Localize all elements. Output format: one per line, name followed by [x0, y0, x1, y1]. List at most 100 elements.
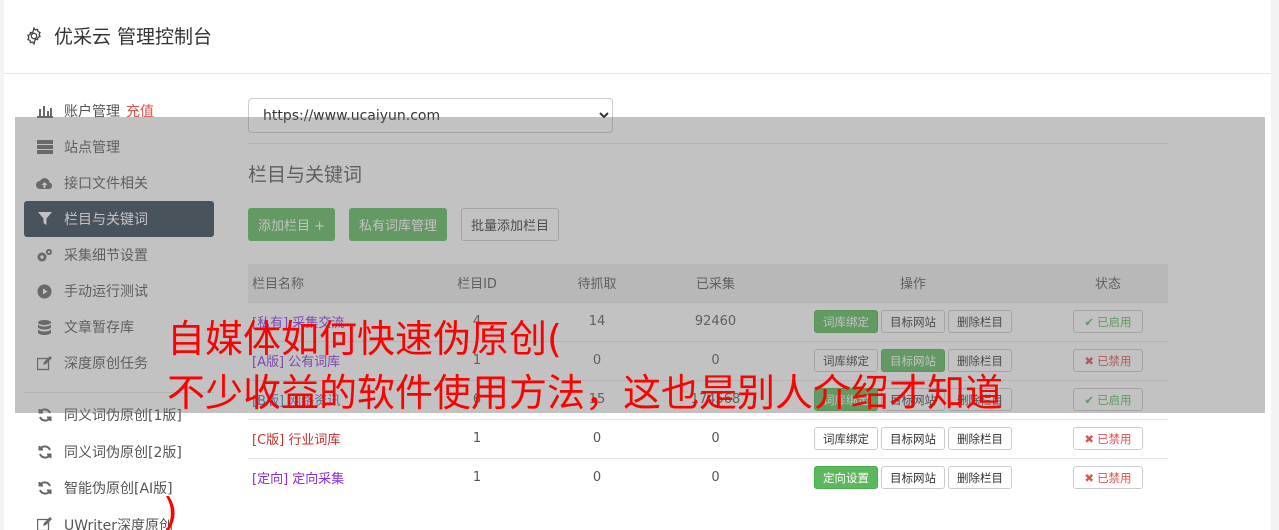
- col-header-status: 状态: [1048, 264, 1168, 302]
- pending-count: 14: [541, 301, 653, 341]
- check-icon: ✔: [1084, 392, 1095, 407]
- sidebar-tools: 同义词伪原创[1版] 同义词伪原创[2版] 智能伪原创[AI版] UWriter…: [24, 397, 214, 530]
- close-icon: ✖: [1084, 470, 1095, 485]
- target-site-button[interactable]: 目标网站: [881, 466, 945, 490]
- sidebar-item-label: 智能伪原创[AI版]: [64, 481, 173, 498]
- sidebar-item-label: 栏目与关键词: [64, 212, 148, 228]
- status-toggle[interactable]: ✔ 已启用: [1073, 310, 1143, 333]
- sidebar-item-label: 同义词伪原创[1版]: [64, 408, 182, 425]
- collected-count: 0: [653, 340, 778, 380]
- sidebar-item-interface-files[interactable]: 接口文件相关: [24, 165, 214, 201]
- close-icon: ✖: [1084, 431, 1095, 446]
- refresh-icon: [36, 444, 53, 460]
- sidebar-item-account[interactable]: 账户管理 充值: [24, 93, 214, 129]
- delete-column-button[interactable]: 删除栏目: [948, 388, 1012, 411]
- directed-settings-button[interactable]: 定向设置: [814, 466, 878, 490]
- overlay-line-3: ): [163, 490, 178, 530]
- sidebar-item-deep-original[interactable]: 深度原创任务: [24, 345, 214, 381]
- pending-count: 0: [541, 418, 653, 458]
- pending-count: 0: [541, 340, 653, 380]
- bind-lib-button[interactable]: 词库绑定: [814, 349, 878, 372]
- play-circle-icon: [36, 283, 53, 299]
- sidebar-item-label: 文章暂存库: [64, 320, 134, 336]
- column-name-link[interactable]: [A版] 公有词库: [252, 355, 340, 370]
- page-title: 栏目与关键词: [248, 164, 363, 186]
- cogs-icon: [36, 247, 53, 263]
- sidebar-item-columns-keywords[interactable]: 栏目与关键词: [24, 201, 214, 237]
- row-actions: 词库绑定 目标网站 删除栏目: [814, 427, 1012, 450]
- column-id: 6: [413, 379, 541, 419]
- sidebar-item-label: 站点管理: [64, 140, 120, 156]
- table-header: 栏目名称 栏目ID 待抓取 已采集 操作 状态: [248, 264, 1168, 302]
- status-toggle[interactable]: ✔ 已启用: [1073, 388, 1143, 411]
- delete-column-button[interactable]: 删除栏目: [948, 466, 1012, 490]
- col-header-pending: 待抓取: [541, 264, 653, 302]
- sidebar-item-label: 接口文件相关: [64, 176, 148, 192]
- sidebar-item-label: 采集细节设置: [64, 248, 148, 264]
- table-row: [C版] 行业词库 1 0 0 词库绑定 目标网站 删除栏目 ✖ 已禁用: [248, 418, 1168, 458]
- bind-lib-button[interactable]: 词库绑定: [814, 310, 878, 333]
- private-lib-button[interactable]: 私有词库管理: [349, 208, 448, 241]
- target-site-button[interactable]: 目标网站: [881, 310, 945, 333]
- status-label: 已禁用: [1097, 353, 1132, 368]
- sidebar-item-ai-original[interactable]: 智能伪原创[AI版]: [24, 470, 214, 507]
- recharge-link[interactable]: 充值: [126, 101, 154, 121]
- delete-column-button[interactable]: 删除栏目: [948, 310, 1012, 333]
- column-name-link[interactable]: [定向] 定向采集: [252, 472, 344, 487]
- status-label: 已启用: [1097, 314, 1132, 329]
- status-label: 已禁用: [1097, 470, 1132, 485]
- delete-column-button[interactable]: 删除栏目: [948, 427, 1012, 450]
- sidebar-item-uwriter[interactable]: UWriter深度原创: [24, 507, 214, 530]
- column-id: 1: [413, 457, 541, 497]
- server-icon: [36, 139, 53, 155]
- status-toggle[interactable]: ✖ 已禁用: [1073, 427, 1143, 450]
- app-title-text: 优采云 管理控制台: [54, 26, 213, 48]
- bind-lib-button[interactable]: 词库绑定: [814, 388, 878, 411]
- column-id: 1: [413, 418, 541, 458]
- target-site-button[interactable]: 目标网站: [881, 349, 945, 372]
- sidebar-item-article-store[interactable]: 文章暂存库: [24, 309, 214, 345]
- sidebar-item-collect-settings[interactable]: 采集细节设置: [24, 237, 214, 273]
- batch-add-button[interactable]: 批量添加栏目: [461, 208, 560, 241]
- edit-icon: [36, 355, 53, 371]
- status-label: 已禁用: [1097, 431, 1132, 446]
- sidebar-item-label: 账户管理: [64, 104, 120, 120]
- sidebar-item-label: UWriter深度原创: [64, 517, 173, 530]
- status-toggle[interactable]: ✖ 已禁用: [1073, 349, 1143, 372]
- refresh-icon: [36, 407, 53, 423]
- collected-count: 0: [653, 457, 778, 497]
- column-name-link[interactable]: [私有] 采集交流: [252, 316, 344, 331]
- col-header-collected: 已采集: [653, 264, 778, 302]
- row-actions: 词库绑定 目标网站 删除栏目: [814, 388, 1012, 411]
- table-row: [A版] 公有词库 1 0 0 词库绑定 目标网站 删除栏目 ✖ 已禁用: [248, 340, 1168, 380]
- bar-chart-icon: [36, 103, 53, 119]
- table-row: [私有] 采集交流 4 14 92460 词库绑定 目标网站 删除栏目 ✔ 已启用: [248, 301, 1168, 341]
- gear-icon: [27, 26, 41, 45]
- columns-table: 栏目名称 栏目ID 待抓取 已采集 操作 状态 [私有] 采集交流 4 14 9…: [248, 264, 1168, 497]
- column-id: 4: [413, 301, 541, 341]
- main-content: https://www.ucaiyun.com 栏目与关键词 添加栏目 + 私有…: [248, 98, 1168, 497]
- sidebar-item-synonym-v1[interactable]: 同义词伪原创[1版]: [24, 397, 214, 434]
- status-label: 已启用: [1097, 392, 1132, 407]
- pending-count: 0: [541, 457, 653, 497]
- column-name-link[interactable]: [C版] 行业词库: [252, 433, 340, 448]
- sidebar-item-synonym-v2[interactable]: 同义词伪原创[2版]: [24, 434, 214, 471]
- top-bar: 优采云 管理控制台: [4, 0, 1271, 74]
- edit-icon: [36, 517, 53, 530]
- status-toggle[interactable]: ✖ 已禁用: [1073, 466, 1143, 490]
- sidebar-item-sites[interactable]: 站点管理: [24, 129, 214, 165]
- col-header-name: 栏目名称: [248, 264, 413, 302]
- delete-column-button[interactable]: 删除栏目: [948, 349, 1012, 372]
- sidebar-item-manual-run[interactable]: 手动运行测试: [24, 273, 214, 309]
- app-title: 优采云 管理控制台: [24, 22, 212, 49]
- bind-lib-button[interactable]: 词库绑定: [814, 427, 878, 450]
- column-name-link[interactable]: [B版] 网络资讯: [252, 394, 340, 409]
- col-header-id: 栏目ID: [413, 264, 541, 302]
- target-site-button[interactable]: 目标网站: [881, 388, 945, 411]
- add-column-button[interactable]: 添加栏目 +: [248, 208, 336, 241]
- sidebar-divider: [24, 392, 214, 393]
- close-icon: ✖: [1084, 353, 1095, 368]
- target-site-button[interactable]: 目标网站: [881, 427, 945, 450]
- site-select[interactable]: https://www.ucaiyun.com: [248, 98, 613, 133]
- collected-count: 174568: [653, 379, 778, 419]
